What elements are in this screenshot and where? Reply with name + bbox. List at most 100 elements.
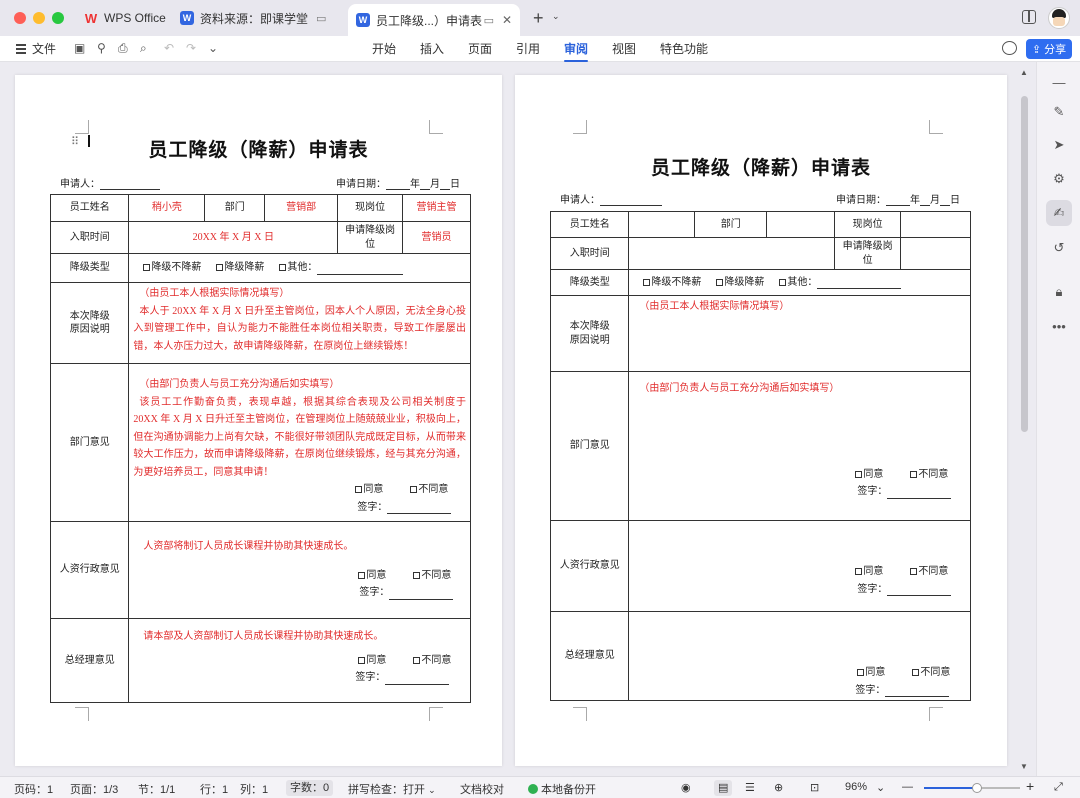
apply-date-line[interactable]: 申请日期：年月日: [336, 175, 460, 190]
undo-icon[interactable]: ↶: [164, 41, 174, 55]
hr-sign-line[interactable]: 签字：: [639, 583, 966, 596]
scroll-up-icon[interactable]: ▲: [1020, 68, 1028, 77]
tab-wps-office[interactable]: W WPS Office: [84, 5, 166, 31]
value-target-post[interactable]: [900, 237, 971, 270]
close-tab-icon[interactable]: ✕: [502, 13, 512, 27]
fit-page-icon[interactable]: ⊡: [810, 781, 819, 794]
checkbox[interactable]: [779, 278, 787, 286]
print-preview-icon[interactable]: ⌕: [140, 41, 147, 56]
share-button[interactable]: ⇪ 分享: [1026, 39, 1072, 59]
adjust-settings-icon[interactable]: ⚙: [1049, 169, 1069, 189]
tab-special-features[interactable]: 特色功能: [660, 40, 708, 57]
value-position[interactable]: [900, 211, 971, 238]
status-section[interactable]: 节：1/1: [138, 781, 175, 797]
checkbox[interactable]: [355, 486, 363, 493]
checkbox[interactable]: [910, 470, 918, 478]
gm-opinion-cell[interactable]: 请本部及人资部制订人员成长课程并协助其快速成长。 同意 不同意 签字：: [128, 618, 471, 703]
avatar[interactable]: [1048, 7, 1070, 29]
value-hire-date[interactable]: 20XX 年 X 月 X 日: [128, 221, 339, 254]
checkbox[interactable]: [216, 264, 224, 272]
gm-opinion-cell[interactable]: 同意 不同意 签字：: [628, 611, 971, 701]
vertical-scrollbar[interactable]: ▲ ▼: [1018, 62, 1032, 776]
value-position[interactable]: 营销主管: [402, 194, 471, 222]
tab-insert[interactable]: 插入: [420, 40, 444, 57]
new-tab-icon[interactable]: +: [533, 8, 544, 29]
status-word-count[interactable]: 字数：0: [286, 780, 334, 796]
checkbox[interactable]: [912, 669, 920, 676]
checkbox[interactable]: [855, 568, 863, 575]
eye-protection-icon[interactable]: ◉: [681, 781, 691, 794]
checkbox[interactable]: [279, 264, 287, 272]
collapse-icon[interactable]: —: [1049, 72, 1069, 92]
checkbox[interactable]: [857, 669, 865, 676]
checkbox[interactable]: [413, 571, 421, 579]
local-backup-toggle[interactable]: 本地备份开: [528, 781, 596, 797]
chevron-down-icon[interactable]: ⌄: [208, 41, 218, 55]
history-icon[interactable]: ↺: [1049, 238, 1069, 258]
checkbox[interactable]: [413, 656, 421, 664]
close-window-button[interactable]: [14, 12, 26, 24]
reason-cell[interactable]: （由员工本人根据实际情况填写）: [628, 295, 971, 372]
review-sign-icon[interactable]: ✍: [1046, 200, 1072, 226]
outline-view-icon[interactable]: ☰: [745, 781, 755, 794]
tab-start[interactable]: 开始: [372, 40, 396, 57]
value-dept[interactable]: [766, 211, 836, 238]
dept-opinion-cell[interactable]: （由部门负责人与员工充分沟通后如实填写） 同意 不同意 签字：: [628, 371, 971, 521]
gm-sign-line[interactable]: 签字：: [639, 684, 966, 697]
chevron-down-icon[interactable]: ⌄: [552, 11, 560, 22]
value-target-post[interactable]: 营销员: [402, 221, 471, 254]
value-dept[interactable]: 营销部: [264, 194, 339, 222]
link-icon[interactable]: ⚲: [97, 41, 106, 55]
checkbox[interactable]: [410, 486, 418, 493]
gm-sign-line[interactable]: 签字：: [143, 671, 466, 685]
redo-icon[interactable]: ↷: [186, 41, 196, 55]
zoom-window-button[interactable]: [52, 12, 64, 24]
hr-opinion-cell[interactable]: 人资部将制订人员成长课程并协助其快速成长。 同意 不同意 签字：: [128, 521, 471, 619]
page-2[interactable]: 员工降级（降薪）申请表 申请人： 申请日期：年月日 员工姓名 部门 现岗位 入职…: [515, 75, 1007, 766]
hr-sign-line[interactable]: 签字：: [143, 586, 466, 600]
applicant-line[interactable]: 申请人：: [560, 191, 662, 206]
zoom-out-icon[interactable]: —: [902, 781, 913, 793]
hr-opinion-cell[interactable]: 同意 不同意 签字：: [628, 520, 971, 612]
web-view-icon[interactable]: ⊕: [774, 781, 783, 794]
document-workspace[interactable]: ⠿ 员工降级（降薪）申请表 申请人： 申请日期：年月日 员工姓名 稍小壳 部门 …: [0, 62, 1080, 776]
page-1[interactable]: ⠿ 员工降级（降薪）申请表 申请人： 申请日期：年月日 员工姓名 稍小壳 部门 …: [15, 75, 502, 766]
tab-page[interactable]: 页面: [468, 40, 492, 57]
scroll-down-icon[interactable]: ▼: [1020, 762, 1028, 771]
dept-opinion-cell[interactable]: （由部门负责人与员工充分沟通后如实填写） 该员工工作勤奋负责，表现卓越，根据其综…: [128, 363, 471, 522]
zoom-level[interactable]: 96%: [845, 781, 867, 793]
zoom-level-dropdown-icon[interactable]: ⌄: [876, 781, 885, 794]
doc-proofread-button[interactable]: 文档校对: [460, 781, 504, 797]
applicant-line[interactable]: 申请人：: [60, 175, 160, 190]
tab-view[interactable]: 视图: [612, 40, 636, 57]
status-row[interactable]: 行：1: [200, 781, 228, 797]
checkbox[interactable]: [716, 278, 724, 286]
tab-reference[interactable]: 引用: [516, 40, 540, 57]
select-cursor-icon[interactable]: ➤: [1049, 135, 1069, 155]
menu-icon[interactable]: [16, 44, 26, 46]
tab-resource-doc[interactable]: W 资料来源：即课学堂 ▭: [180, 5, 340, 31]
checkbox[interactable]: [143, 264, 151, 272]
status-page-no[interactable]: 页码：1: [14, 781, 53, 797]
checkbox[interactable]: [855, 470, 863, 478]
value-name[interactable]: 稍小壳: [128, 194, 206, 222]
zoom-slider-knob[interactable]: [971, 783, 982, 793]
collaboration-icon[interactable]: [1002, 41, 1017, 55]
zoom-slider[interactable]: [924, 783, 1020, 793]
checkbox[interactable]: [643, 278, 651, 286]
more-icon[interactable]: •••: [1049, 316, 1069, 336]
tab-current-doc[interactable]: W 员工降级...）申请表 ▭ ✕: [348, 4, 520, 36]
pen-edit-icon[interactable]: ✎: [1049, 102, 1069, 122]
dept-sign-line[interactable]: 签字：: [639, 485, 966, 499]
minimize-window-button[interactable]: [33, 12, 45, 24]
checkbox[interactable]: [358, 571, 366, 579]
status-col[interactable]: 列：1: [240, 781, 268, 797]
tab-review[interactable]: 审阅: [564, 40, 589, 62]
lock-icon[interactable]: 🔒︎: [1049, 282, 1069, 302]
value-name[interactable]: [628, 211, 696, 238]
scroll-thumb[interactable]: [1021, 96, 1028, 432]
zoom-in-icon[interactable]: +: [1026, 778, 1034, 794]
value-hire-date[interactable]: [628, 237, 836, 270]
reason-cell[interactable]: （由员工本人根据实际情况填写） 本人于 20XX 年 X 月 X 日升至主管岗位…: [128, 282, 471, 364]
dept-sign-line[interactable]: 签字：: [133, 501, 466, 514]
